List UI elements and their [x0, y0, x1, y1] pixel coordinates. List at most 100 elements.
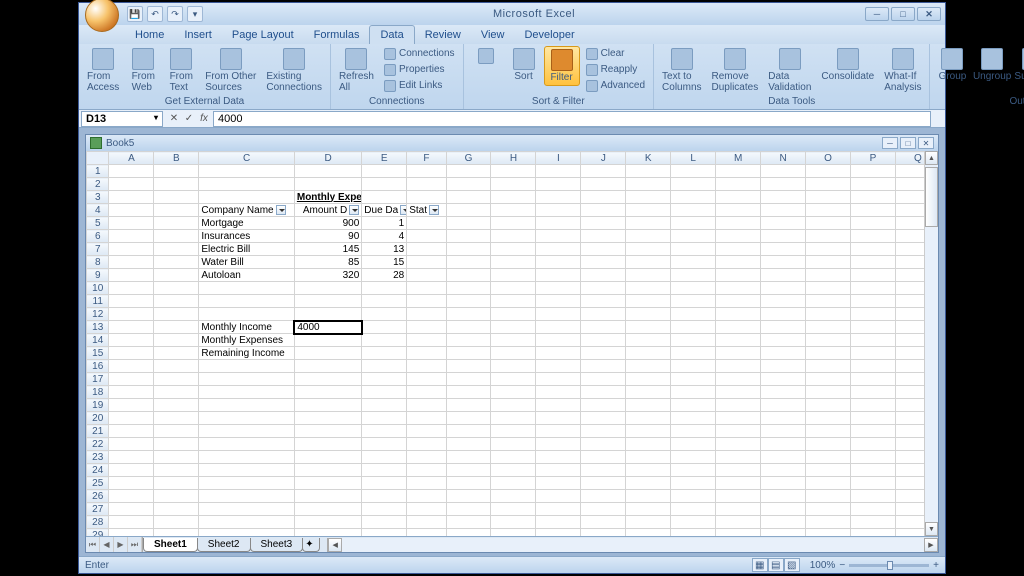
- cell-O5[interactable]: [806, 217, 851, 230]
- cell-L15[interactable]: [671, 347, 716, 360]
- cell-A10[interactable]: [109, 282, 154, 295]
- cell-O26[interactable]: [806, 490, 851, 503]
- cell-L22[interactable]: [671, 438, 716, 451]
- scroll-down-button[interactable]: ▼: [925, 522, 938, 536]
- cell-J16[interactable]: [581, 360, 626, 373]
- cell-K5[interactable]: [626, 217, 671, 230]
- cell-Q11[interactable]: [895, 295, 924, 308]
- cell-F29[interactable]: [407, 529, 446, 537]
- cell-D11[interactable]: [294, 295, 361, 308]
- cell-O23[interactable]: [806, 451, 851, 464]
- cell-B1[interactable]: [154, 165, 199, 178]
- row-header-26[interactable]: 26: [87, 490, 109, 503]
- cell-D12[interactable]: [294, 308, 361, 321]
- cell-C28[interactable]: [199, 516, 295, 529]
- sheet-tab-2[interactable]: Sheet2: [197, 538, 251, 552]
- cell-I7[interactable]: [536, 243, 581, 256]
- subtotal-button[interactable]: Subtotal: [1014, 46, 1024, 84]
- cell-O29[interactable]: [806, 529, 851, 537]
- cell-K3[interactable]: [626, 191, 671, 204]
- cell-P21[interactable]: [850, 425, 895, 438]
- cell-G11[interactable]: [446, 295, 491, 308]
- cell-F13[interactable]: [407, 321, 446, 334]
- cell-B27[interactable]: [154, 503, 199, 516]
- cell-A26[interactable]: [109, 490, 154, 503]
- cell-O25[interactable]: [806, 477, 851, 490]
- data-validation-button[interactable]: Data Validation: [764, 46, 815, 95]
- clear-filter-button[interactable]: Clear: [582, 46, 649, 61]
- cell-L23[interactable]: [671, 451, 716, 464]
- cell-E16[interactable]: [362, 360, 407, 373]
- cell-M27[interactable]: [716, 503, 761, 516]
- cell-Q29[interactable]: [895, 529, 924, 537]
- cell-C27[interactable]: [199, 503, 295, 516]
- cell-B21[interactable]: [154, 425, 199, 438]
- cell-D10[interactable]: [294, 282, 361, 295]
- cell-E25[interactable]: [362, 477, 407, 490]
- cell-O21[interactable]: [806, 425, 851, 438]
- cell-Q21[interactable]: [895, 425, 924, 438]
- cell-E14[interactable]: [362, 334, 407, 347]
- cell-L21[interactable]: [671, 425, 716, 438]
- cell-P13[interactable]: [850, 321, 895, 334]
- cell-C15[interactable]: Remaining Income: [199, 347, 295, 360]
- cell-D19[interactable]: [294, 399, 361, 412]
- cell-B7[interactable]: [154, 243, 199, 256]
- cell-A8[interactable]: [109, 256, 154, 269]
- cell-J10[interactable]: [581, 282, 626, 295]
- normal-view-button[interactable]: ▦: [752, 558, 768, 572]
- cell-C7[interactable]: Electric Bill: [199, 243, 295, 256]
- cell-J21[interactable]: [581, 425, 626, 438]
- cell-J7[interactable]: [581, 243, 626, 256]
- cell-I9[interactable]: [536, 269, 581, 282]
- cell-H18[interactable]: [491, 386, 536, 399]
- cell-I6[interactable]: [536, 230, 581, 243]
- cell-L28[interactable]: [671, 516, 716, 529]
- cell-E15[interactable]: [362, 347, 407, 360]
- cell-P7[interactable]: [850, 243, 895, 256]
- cell-I26[interactable]: [536, 490, 581, 503]
- cancel-edit-button[interactable]: ✕: [167, 112, 181, 126]
- tab-insert[interactable]: Insert: [174, 26, 222, 44]
- row-header-18[interactable]: 18: [87, 386, 109, 399]
- cell-K19[interactable]: [626, 399, 671, 412]
- filter-dropdown-icon[interactable]: [276, 205, 286, 215]
- cell-A22[interactable]: [109, 438, 154, 451]
- col-header-O[interactable]: O: [806, 152, 851, 165]
- cell-H21[interactable]: [491, 425, 536, 438]
- what-if-button[interactable]: What-If Analysis: [880, 46, 925, 95]
- cell-P18[interactable]: [850, 386, 895, 399]
- scroll-left-button[interactable]: ◀: [328, 538, 342, 552]
- cell-Q25[interactable]: [895, 477, 924, 490]
- cell-E23[interactable]: [362, 451, 407, 464]
- cell-F14[interactable]: [407, 334, 446, 347]
- maximize-button[interactable]: □: [891, 7, 915, 21]
- cell-H25[interactable]: [491, 477, 536, 490]
- row-header-28[interactable]: 28: [87, 516, 109, 529]
- col-header-D[interactable]: D: [294, 152, 361, 165]
- cell-I19[interactable]: [536, 399, 581, 412]
- col-header-K[interactable]: K: [626, 152, 671, 165]
- cell-J12[interactable]: [581, 308, 626, 321]
- cell-Q24[interactable]: [895, 464, 924, 477]
- cell-M16[interactable]: [716, 360, 761, 373]
- cell-J26[interactable]: [581, 490, 626, 503]
- cell-Q12[interactable]: [895, 308, 924, 321]
- cell-F22[interactable]: [407, 438, 446, 451]
- cell-J27[interactable]: [581, 503, 626, 516]
- cell-N22[interactable]: [761, 438, 806, 451]
- cell-K17[interactable]: [626, 373, 671, 386]
- cell-K7[interactable]: [626, 243, 671, 256]
- col-header-B[interactable]: B: [154, 152, 199, 165]
- sort-az-button[interactable]: [468, 46, 504, 66]
- cell-D1[interactable]: [294, 165, 361, 178]
- cell-C11[interactable]: [199, 295, 295, 308]
- cell-G25[interactable]: [446, 477, 491, 490]
- col-header-Q[interactable]: Q: [895, 152, 924, 165]
- cell-L10[interactable]: [671, 282, 716, 295]
- cell-J19[interactable]: [581, 399, 626, 412]
- row-header-11[interactable]: 11: [87, 295, 109, 308]
- cell-E19[interactable]: [362, 399, 407, 412]
- cell-D28[interactable]: [294, 516, 361, 529]
- cell-D2[interactable]: [294, 178, 361, 191]
